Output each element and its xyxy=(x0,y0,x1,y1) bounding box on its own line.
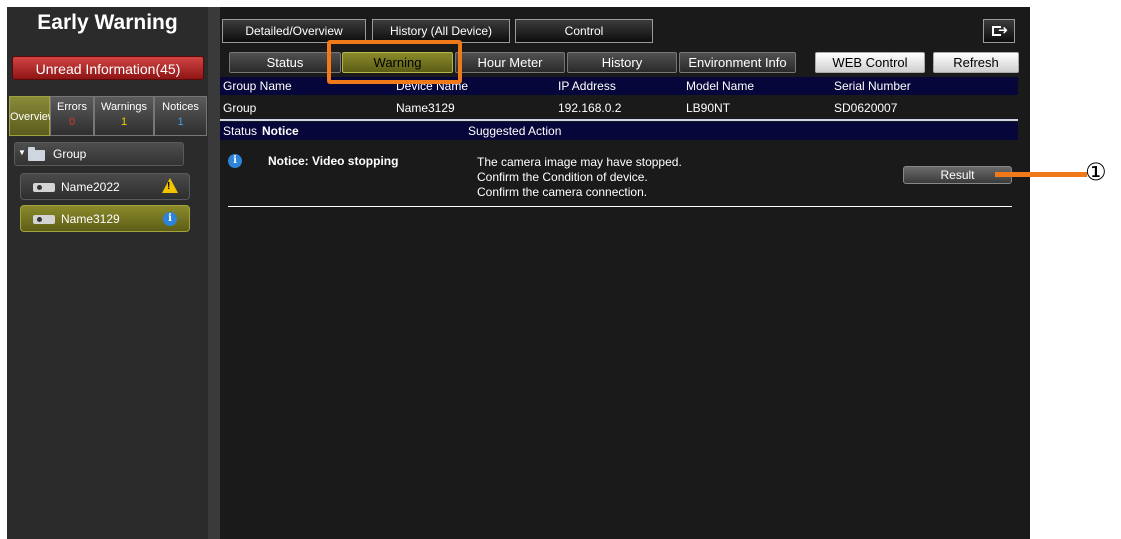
device-label: Name3129 xyxy=(61,212,120,226)
filter-tab-notices[interactable]: Notices 1 xyxy=(154,96,207,136)
filter-tab-warnings[interactable]: Warnings 1 xyxy=(94,96,154,136)
filter-label: Notices xyxy=(162,101,199,113)
info-icon: i xyxy=(163,212,177,226)
table-row: Group Name3129 192.168.0.2 LB90NT SD0620… xyxy=(220,99,1018,117)
cell-device-name: Name3129 xyxy=(396,101,455,115)
projector-icon xyxy=(33,183,55,192)
divider xyxy=(228,206,1012,207)
refresh-button[interactable]: Refresh xyxy=(933,52,1019,73)
warning-tab-highlight xyxy=(327,40,462,84)
notices-count: 1 xyxy=(177,116,184,128)
action-line: The camera image may have stopped. xyxy=(477,155,682,169)
filter-label: Overview xyxy=(10,111,56,123)
filter-tab-errors[interactable]: Errors 0 xyxy=(50,96,94,136)
tree-group[interactable]: ▼ Group xyxy=(14,142,184,166)
errors-count: 0 xyxy=(68,116,76,128)
exit-button[interactable]: ➜ xyxy=(983,19,1015,43)
app-title: Early Warning xyxy=(37,11,178,34)
device-label: Name2022 xyxy=(61,180,120,194)
device-item-name3129[interactable]: Name3129 i xyxy=(20,205,190,232)
col-model-name: Model Name xyxy=(686,79,755,93)
arrow-right-icon: ➜ xyxy=(998,23,1009,37)
callout-number: ① xyxy=(1085,158,1107,186)
web-control-button[interactable]: WEB Control xyxy=(815,52,925,73)
expand-arrow-icon[interactable]: ▼ xyxy=(18,148,26,157)
filter-label: Warnings xyxy=(100,101,148,113)
filter-label: Errors xyxy=(57,101,87,113)
panel-divider xyxy=(208,7,220,539)
warnings-count: 1 xyxy=(120,116,128,128)
group-label: Group xyxy=(53,147,87,161)
tab-status[interactable]: Status xyxy=(229,52,341,73)
control-button[interactable]: Control xyxy=(515,19,653,43)
action-line: Confirm the Condition of device. xyxy=(477,170,648,184)
tab-hour-meter[interactable]: Hour Meter xyxy=(455,52,565,73)
col-notice: Notice xyxy=(262,124,299,138)
divider xyxy=(220,119,1018,121)
action-line: Confirm the camera connection. xyxy=(477,185,648,199)
sidebar: Early Warning Unread Information(45) Ove… xyxy=(7,7,208,539)
cell-ip-address: 192.168.0.2 xyxy=(558,101,622,115)
col-ip-address: IP Address xyxy=(558,79,616,93)
main-panel: Detailed/Overview History (All Device) C… xyxy=(220,7,1030,539)
col-status: Status xyxy=(223,124,258,138)
col-serial-number: Serial Number xyxy=(834,79,911,93)
tab-environment-info[interactable]: Environment Info xyxy=(679,52,796,73)
cell-serial-number: SD0620007 xyxy=(834,101,898,115)
tab-history[interactable]: History xyxy=(567,52,677,73)
cell-model-name: LB90NT xyxy=(686,101,731,115)
projector-icon xyxy=(33,215,55,224)
device-item-name2022[interactable]: Name2022 ! xyxy=(20,173,190,200)
warning-icon: ! xyxy=(162,178,178,193)
col-suggested-action: Suggested Action xyxy=(468,124,562,138)
notice-title: Notice: Video stopping xyxy=(268,154,399,168)
cell-group-name: Group xyxy=(223,101,257,115)
filter-tab-overview[interactable]: Overview xyxy=(9,96,56,136)
notice-table-header: Status Notice Suggested Action xyxy=(220,122,1018,140)
unread-information-button[interactable]: Unread Information(45) xyxy=(12,56,204,80)
callout-line xyxy=(995,172,1087,177)
col-group-name: Group Name xyxy=(223,79,292,93)
filter-tabs: Overview Errors 0 Warnings 1 Notices 1 xyxy=(9,96,207,136)
info-icon: i xyxy=(228,154,242,168)
app-window: Early Warning Unread Information(45) Ove… xyxy=(7,7,1030,539)
folder-icon xyxy=(28,147,45,161)
